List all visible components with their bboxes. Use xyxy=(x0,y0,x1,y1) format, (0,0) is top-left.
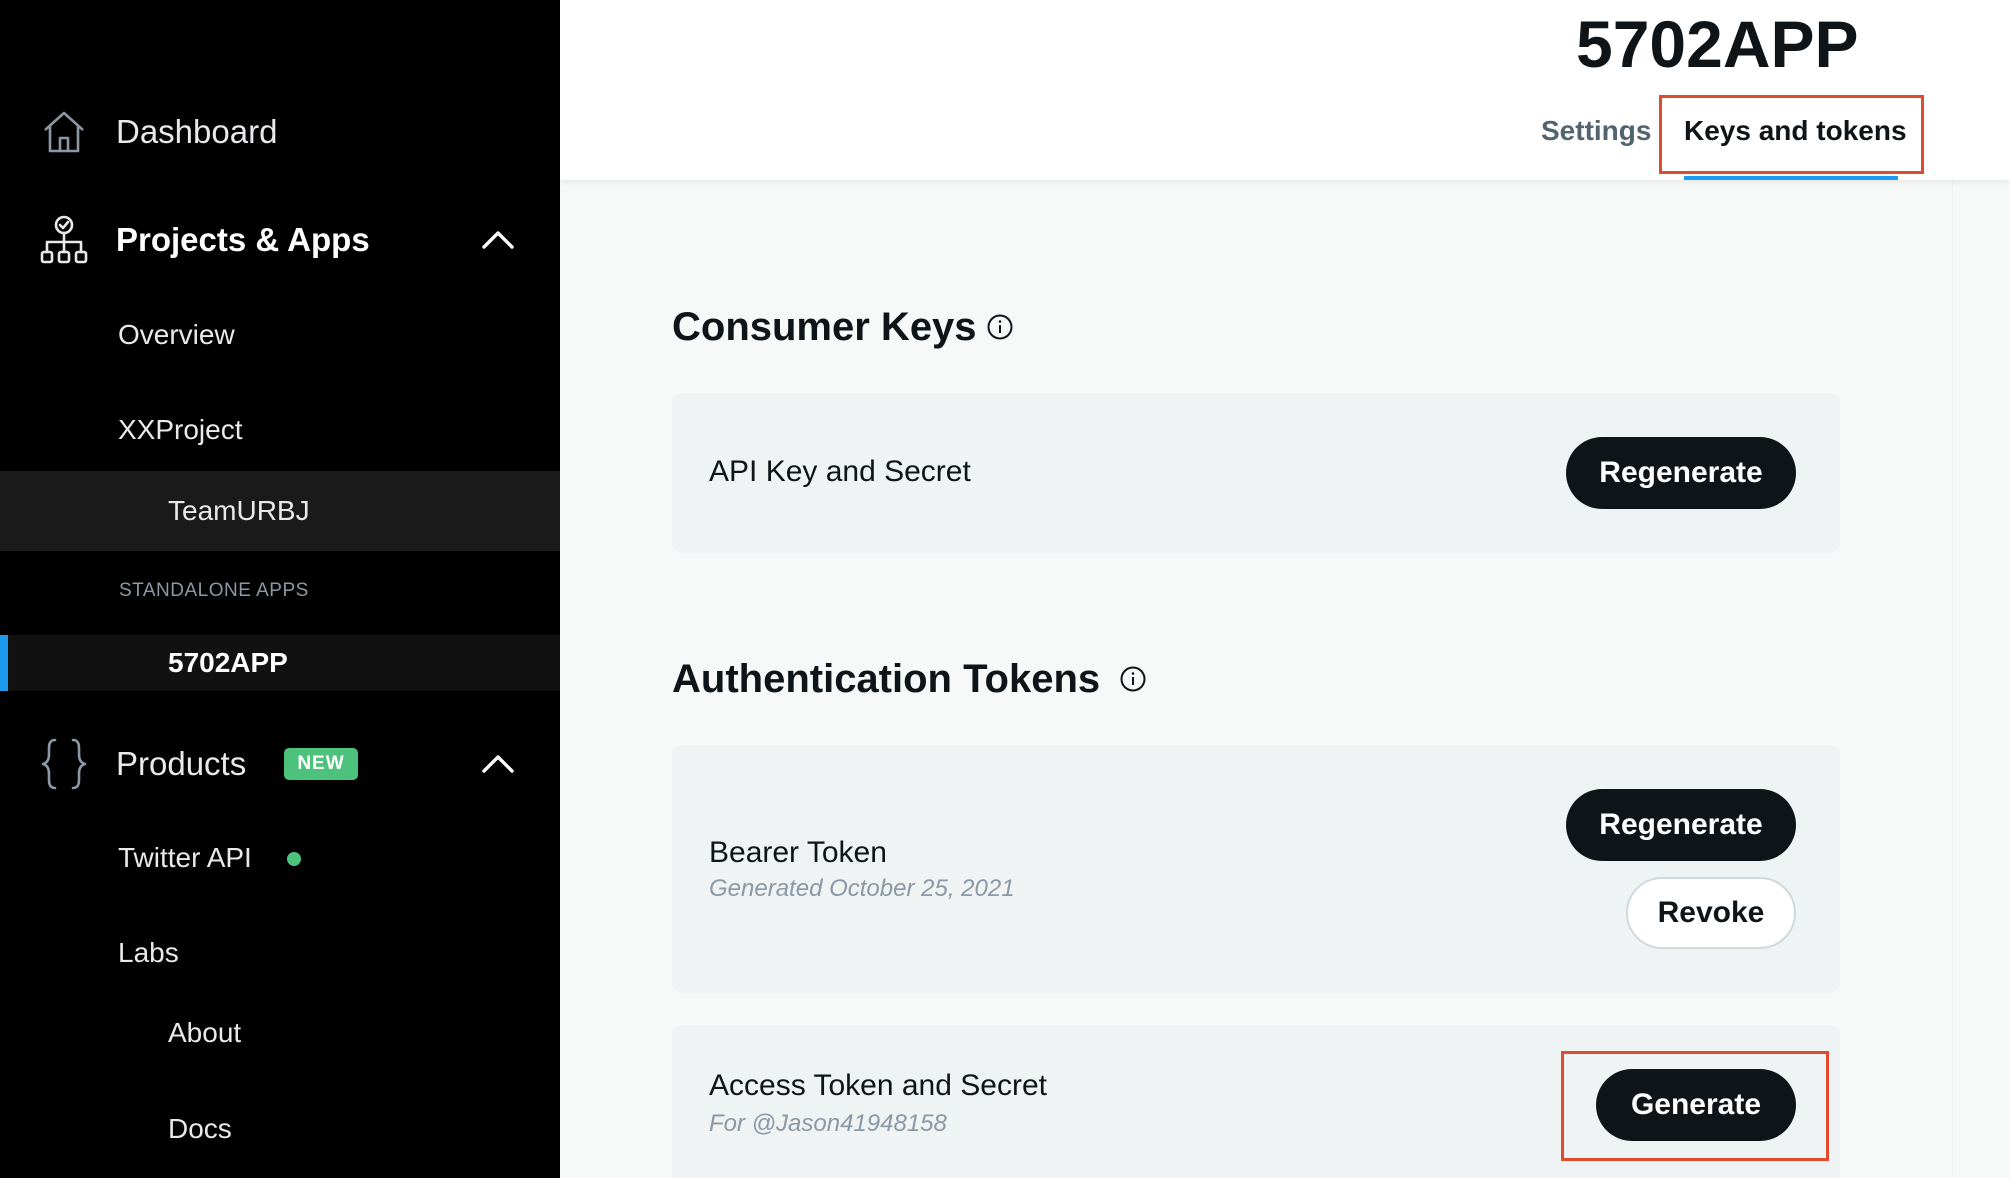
home-icon xyxy=(38,106,90,158)
sidebar-item-label: Twitter API xyxy=(118,842,252,873)
sidebar-item-docs[interactable]: Docs xyxy=(0,1104,560,1154)
sidebar-item-label: TeamURBJ xyxy=(168,495,310,526)
section-heading-consumer-keys: Consumer Keys xyxy=(672,305,977,349)
section-heading-authentication-tokens: Authentication Tokens xyxy=(672,657,1101,701)
sidebar-item-label: Overview xyxy=(118,319,235,350)
highlight-box-generate xyxy=(1561,1051,1829,1161)
sidebar-item-products[interactable]: Products xyxy=(0,734,560,794)
highlight-box-tab xyxy=(1659,95,1924,174)
sidebar-item-twitter-api[interactable]: Twitter API xyxy=(0,833,560,883)
card-bearer-token: Bearer Token Generated October 25, 2021 xyxy=(672,745,1840,993)
status-dot xyxy=(287,852,301,866)
card-subtitle: Generated October 25, 2021 xyxy=(709,875,1015,902)
sidebar-item-label: XXProject xyxy=(118,414,243,445)
info-icon[interactable] xyxy=(986,313,1014,341)
sidebar-item-dashboard[interactable]: Dashboard xyxy=(0,104,560,160)
sitemap-icon xyxy=(38,214,90,266)
braces-icon xyxy=(38,738,90,790)
sidebar-item-about[interactable]: About xyxy=(0,1008,560,1058)
new-badge: NEW xyxy=(284,748,358,780)
sidebar-item-label: 5702APP xyxy=(168,647,288,678)
regenerate-api-key-button[interactable]: Regenerate xyxy=(1566,437,1796,509)
sidebar-item-projects-apps[interactable]: Projects & Apps xyxy=(0,212,560,268)
chevron-up-icon[interactable] xyxy=(478,744,518,784)
sidebar-item-label: Labs xyxy=(118,937,179,968)
sidebar-item-overview[interactable]: Overview xyxy=(0,310,560,360)
card-title: Bearer Token xyxy=(709,836,887,869)
sidebar-item-label: About xyxy=(168,1017,242,1048)
card-title: API Key and Secret xyxy=(709,455,971,488)
sidebar-item-label: Dashboard xyxy=(116,113,278,150)
sidebar-item-label: Docs xyxy=(168,1113,232,1144)
sidebar-item-label: Products xyxy=(116,745,247,782)
regenerate-bearer-token-button[interactable]: Regenerate xyxy=(1566,789,1796,861)
info-icon[interactable] xyxy=(1119,665,1147,693)
section-label-standalone-apps: STANDALONE APPS xyxy=(119,580,309,601)
sidebar-item-team[interactable]: TeamURBJ xyxy=(0,471,560,551)
card-title: Access Token and Secret xyxy=(709,1069,1047,1102)
tab-settings[interactable]: Settings xyxy=(1541,115,1651,147)
right-gutter xyxy=(1952,180,2010,1178)
revoke-bearer-token-button[interactable]: Revoke xyxy=(1626,877,1796,949)
card-subtitle: For @Jason41948158 xyxy=(709,1110,947,1137)
sidebar-item-label: Projects & Apps xyxy=(116,221,370,258)
page-title: 5702APP xyxy=(1576,7,1859,81)
sidebar: Dashboard Projects & Apps Overview XXPro… xyxy=(0,0,560,1178)
sidebar-item-labs[interactable]: Labs xyxy=(0,928,560,978)
sidebar-item-app[interactable]: 5702APP xyxy=(0,635,560,691)
chevron-up-icon[interactable] xyxy=(478,220,518,260)
active-tab-indicator xyxy=(1684,176,1898,180)
sidebar-item-project[interactable]: XXProject xyxy=(0,405,560,455)
